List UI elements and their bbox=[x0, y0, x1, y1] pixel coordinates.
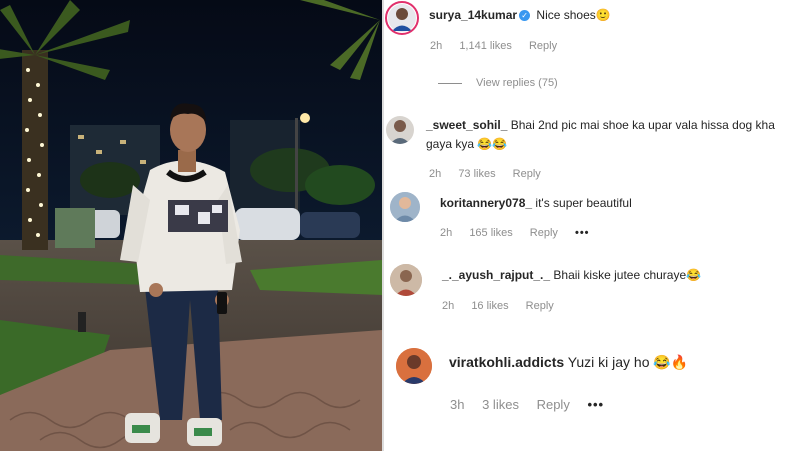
comment-username[interactable]: surya_14kumar bbox=[429, 8, 517, 22]
comment-text: Nice shoes bbox=[536, 8, 596, 22]
comment-emoji: 😂🔥 bbox=[653, 354, 689, 370]
verified-badge-icon: ✓ bbox=[519, 10, 531, 22]
avatar[interactable] bbox=[396, 348, 432, 384]
comment-time: 2h bbox=[429, 168, 442, 180]
comment-item: koritannery078_ it's super beautiful 2h … bbox=[384, 190, 800, 250]
comment-time: 2h bbox=[430, 40, 443, 52]
comment-text: Bhaii kiske jutee churaye bbox=[553, 268, 687, 282]
comment-text: it's super beautiful bbox=[535, 196, 632, 210]
comment-text: Yuzi ki jay ho bbox=[567, 354, 650, 370]
comment-username[interactable]: koritannery078_ bbox=[440, 196, 532, 210]
reply-button[interactable]: Reply bbox=[513, 168, 541, 180]
avatar[interactable] bbox=[385, 1, 419, 35]
comments-panel: surya_14kumar ✓ Nice shoes🙂 2h 1,141 like… bbox=[384, 0, 800, 451]
comment-text-continued: gaya kya bbox=[426, 137, 475, 151]
reply-button[interactable]: Reply bbox=[537, 397, 570, 412]
avatar[interactable] bbox=[386, 116, 414, 144]
reply-button[interactable]: Reply bbox=[530, 227, 558, 239]
reply-button[interactable]: Reply bbox=[526, 300, 554, 312]
more-options-icon[interactable]: ••• bbox=[587, 397, 604, 412]
comment-item: _._ayush_rajput_._ Bhaii kiske jutee chu… bbox=[384, 262, 800, 322]
more-options-icon[interactable]: ••• bbox=[575, 227, 590, 239]
comment-username[interactable]: viratkohli.addicts bbox=[449, 354, 564, 370]
replies-line bbox=[438, 82, 462, 84]
view-replies-label[interactable]: View replies (75) bbox=[476, 77, 558, 89]
avatar[interactable] bbox=[390, 192, 420, 222]
comment-likes[interactable]: 3 likes bbox=[482, 397, 519, 412]
comment-likes[interactable]: 16 likes bbox=[471, 300, 508, 312]
comment-emoji: 😂😂 bbox=[477, 137, 508, 151]
comment-text: Bhai 2nd pic mai shoe ka upar vala hissa… bbox=[510, 118, 775, 132]
reply-button[interactable]: Reply bbox=[529, 40, 557, 52]
comment-emoji: 😂 bbox=[686, 268, 702, 282]
comment-time: 3h bbox=[450, 397, 465, 412]
comment-username[interactable]: _sweet_sohil_ bbox=[426, 118, 507, 132]
view-replies[interactable]: View replies (75) bbox=[438, 76, 558, 90]
comment-likes[interactable]: 165 likes bbox=[469, 227, 512, 239]
comment-item: viratkohli.addicts Yuzi ki jay ho 😂🔥 3h … bbox=[384, 342, 800, 422]
comment-item: surya_14kumar ✓ Nice shoes🙂 2h 1,141 like… bbox=[384, 0, 800, 60]
comment-likes[interactable]: 1,141 likes bbox=[459, 40, 512, 52]
comment-time: 2h bbox=[442, 300, 455, 312]
avatar[interactable] bbox=[390, 264, 422, 296]
comment-time: 2h bbox=[440, 227, 453, 239]
comment-username[interactable]: _._ayush_rajput_._ bbox=[442, 268, 550, 282]
comment-emoji: 🙂 bbox=[595, 8, 611, 22]
comment-likes[interactable]: 73 likes bbox=[458, 168, 495, 180]
post-photo bbox=[0, 0, 382, 451]
comment-item: _sweet_sohil_ Bhai 2nd pic mai shoe ka u… bbox=[384, 110, 800, 185]
